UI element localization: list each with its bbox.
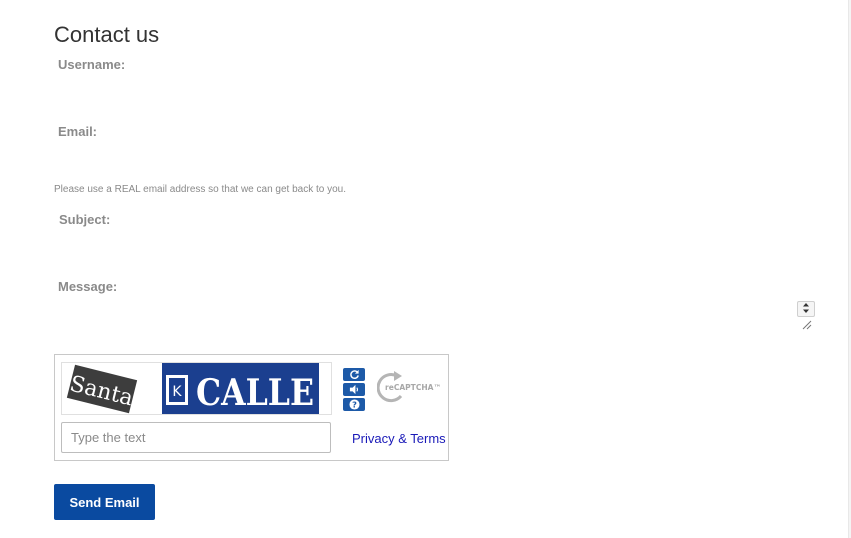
email-help-text: Please use a REAL email address so that … [54,184,347,195]
username-label: Username: [58,57,126,72]
captcha-badge: K [172,384,182,400]
subject-label: Subject: [59,212,111,227]
recaptcha-logo: reCAPTCHA™ [377,371,441,403]
recaptcha-brand-text: reCAPTCHA™ [385,383,441,392]
refresh-icon [349,369,359,379]
page-title: Contact us [54,22,160,47]
captcha-word-right: CALLE [196,372,314,414]
email-input[interactable] [58,144,818,172]
username-input[interactable] [58,76,818,104]
audio-icon [349,384,358,395]
captcha-help-button[interactable]: ? [343,398,365,411]
captcha-response-input[interactable] [61,422,331,453]
captcha-challenge-image: Santa K CALLE [61,362,332,415]
svg-text:?: ? [352,399,357,409]
resize-handle-icon[interactable] [797,315,813,331]
help-icon: ? [348,399,360,410]
message-label: Message: [58,279,118,294]
captcha-widget: Santa K CALLE ? reCAPTCHA™ Privacy [54,354,449,461]
send-email-button[interactable]: Send Email [54,484,155,520]
captcha-audio-button[interactable] [343,383,365,396]
spinner-arrows-icon [803,303,809,313]
subject-input[interactable] [58,232,818,260]
privacy-terms-link[interactable]: Privacy & Terms [352,431,446,446]
captcha-refresh-button[interactable] [343,368,365,381]
message-textarea[interactable] [58,298,800,336]
email-label: Email: [58,124,98,139]
